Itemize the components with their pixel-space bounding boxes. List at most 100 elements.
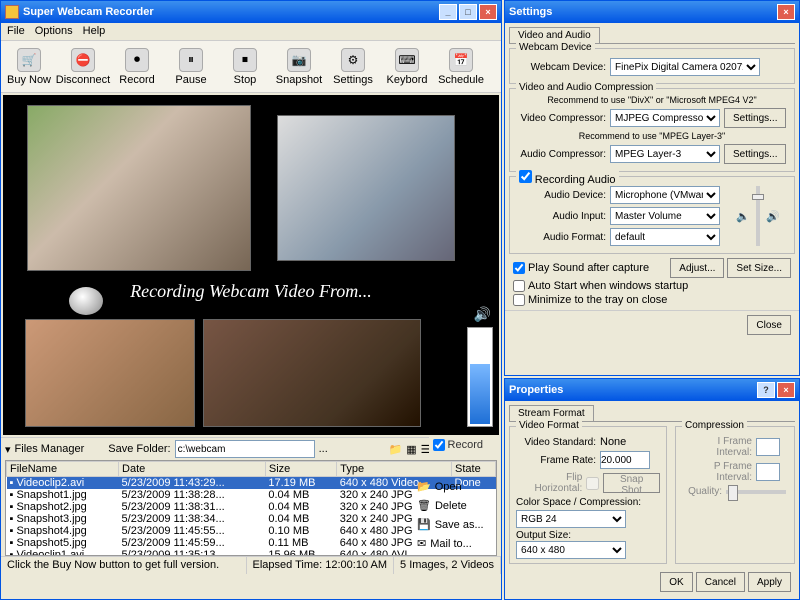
quality-slider — [726, 490, 786, 494]
audio-device-select[interactable]: Microphone (VMware VM — [610, 186, 720, 204]
props-help-button[interactable]: ? — [757, 382, 775, 398]
pframe-input — [756, 463, 780, 481]
buynow-button[interactable]: 🛒Buy Now — [5, 43, 53, 90]
menu-help[interactable]: Help — [83, 25, 106, 38]
mail-to-button[interactable]: ✉Mail to... — [415, 534, 495, 553]
disconnect-button[interactable]: ⛔Disconnect — [59, 43, 107, 90]
statusbar: Click the Buy Now button to get full ver… — [1, 556, 501, 574]
deletebutton[interactable]: 🗑Delete — [415, 496, 495, 515]
props-close-button[interactable]: × — [777, 382, 795, 398]
snapshot-icon: 📷 — [287, 48, 311, 72]
pause-button[interactable]: ⏸Pause — [167, 43, 215, 90]
flip-horizontal-checkbox — [586, 477, 599, 490]
video-standard-value: None — [600, 436, 626, 448]
volume-meter — [467, 327, 493, 427]
snapshot-button[interactable]: 📷Snapshot — [275, 43, 323, 90]
audio-compressor-select[interactable]: MPEG Layer-3 — [610, 145, 720, 163]
ac-settings-button[interactable]: Settings... — [724, 144, 786, 164]
keyboard-button[interactable]: ⌨Keybord — [383, 43, 431, 90]
props-titlebar[interactable]: Properties ?× — [505, 379, 799, 401]
keyboard-icon: ⌨ — [395, 48, 419, 72]
video-format-group: Video Format Video Standard:None Frame R… — [509, 426, 667, 564]
record-button[interactable]: ⏺Record — [113, 43, 161, 90]
autostart-checkbox[interactable] — [513, 280, 525, 292]
stop-icon: ⏹ — [233, 48, 257, 72]
maximize-button[interactable]: □ — [459, 4, 477, 20]
main-titlebar[interactable]: Super Webcam Recorder _ □ × — [1, 1, 501, 23]
speaker-icon[interactable]: 🔊 — [474, 306, 491, 323]
video-compressor-select[interactable]: MJPEG Compressor — [610, 109, 720, 127]
settings-titlebar[interactable]: Settings × — [505, 1, 799, 23]
settings-close-btn[interactable]: Close — [747, 315, 791, 335]
ellipsis-button[interactable]: ... — [319, 443, 328, 455]
volume-slider[interactable] — [756, 186, 760, 246]
menu-options[interactable]: Options — [35, 25, 73, 38]
folder-icon[interactable]: 📁 — [389, 443, 403, 456]
disconnect-icon: ⛔ — [71, 48, 95, 72]
speaker-left-icon: 🔈 — [736, 210, 750, 223]
settings-close-button[interactable]: × — [777, 4, 795, 20]
file-icon: ▪ — [10, 549, 14, 556]
tab-video-audio[interactable]: Video and Audio — [509, 27, 600, 43]
grid-view-icon[interactable]: ▦ — [406, 443, 416, 456]
snapshot-button: Snap Shot — [603, 473, 660, 493]
menu-file[interactable]: File — [7, 25, 25, 38]
preview-image-2 — [277, 115, 455, 261]
stop-button[interactable]: ⏹Stop — [221, 43, 269, 90]
status-right: 5 Images, 2 Videos — [394, 557, 501, 574]
properties-window: Properties ?× Stream Format Video Format… — [504, 378, 800, 600]
iframe-input — [756, 438, 780, 456]
apply-button[interactable]: Apply — [748, 572, 791, 592]
audio-format-select[interactable]: default — [610, 228, 720, 246]
files-title: Files Manager — [15, 443, 85, 455]
status-left: Click the Buy Now button to get full ver… — [1, 557, 247, 574]
minimize-button[interactable]: _ — [439, 4, 457, 20]
save-folder-label: Save Folder: — [108, 443, 170, 455]
file-icon: ▪ — [10, 513, 14, 525]
minimize-tray-checkbox[interactable] — [513, 294, 525, 306]
files-collapse-icon[interactable]: ▾ — [5, 443, 11, 456]
settings-title: Settings — [509, 6, 777, 18]
save-as-button[interactable]: 💾Save as... — [415, 515, 495, 534]
webcam-device-select[interactable]: FinePix Digital Camera 020724 (W — [610, 58, 760, 76]
colorspace-select[interactable]: RGB 24 — [516, 510, 626, 528]
file-icon: ▪ — [10, 525, 14, 537]
col-size[interactable]: Size — [265, 462, 336, 477]
schedule-button[interactable]: 📅Schedule — [437, 43, 485, 90]
files-bar: ▾ Files Manager Save Folder: ... 📁 ▦ ☰ — [1, 437, 435, 460]
recording-audio-checkbox[interactable] — [519, 170, 532, 183]
status-mid: Elapsed Time: 12:00:10 AM — [247, 557, 395, 574]
tab-stream-format[interactable]: Stream Format — [509, 405, 594, 421]
schedule-icon: 📅 — [449, 48, 473, 72]
audio-input-select[interactable]: Master Volume — [610, 207, 720, 225]
adjust-button[interactable]: Adjust... — [670, 258, 724, 278]
close-button[interactable]: × — [479, 4, 497, 20]
webcam-device-group: Webcam Device Webcam Device: FinePix Dig… — [509, 48, 795, 84]
col-filename[interactable]: FileName — [7, 462, 119, 477]
vc-settings-button[interactable]: Settings... — [724, 108, 786, 128]
menubar: File Options Help — [1, 23, 501, 41]
file-icon: ▪ — [10, 489, 14, 501]
record-checkbox[interactable]: Record — [433, 439, 483, 451]
recording-audio-group: Recording Audio Audio Device:Microphone … — [509, 176, 795, 254]
file-icon: ▪ — [10, 501, 14, 513]
webcam-icon — [69, 287, 103, 315]
main-window: Super Webcam Recorder _ □ × File Options… — [0, 0, 502, 600]
settings-button[interactable]: ⚙Settings — [329, 43, 377, 90]
frame-rate-input[interactable] — [600, 451, 650, 469]
col-type[interactable]: Type — [337, 462, 452, 477]
ok-button[interactable]: OK — [660, 572, 692, 592]
cancel-button[interactable]: Cancel — [696, 572, 745, 592]
compression-group: Video and Audio Compression Recommend to… — [509, 88, 795, 172]
app-icon — [5, 5, 19, 19]
col-state[interactable]: State — [452, 462, 496, 477]
save-folder-input[interactable] — [175, 440, 315, 458]
setsize-button[interactable]: Set Size... — [727, 258, 791, 278]
toolbar: 🛒Buy Now⛔Disconnect⏺Record⏸Pause⏹Stop📷Sn… — [1, 41, 501, 93]
file-icon: ▪ — [10, 537, 14, 549]
settings-window: Settings × Video and Audio Webcam Device… — [504, 0, 800, 376]
openbutton[interactable]: 📂Open — [415, 477, 495, 496]
play-sound-checkbox[interactable] — [513, 262, 525, 274]
col-date[interactable]: Date — [119, 462, 266, 477]
output-size-select[interactable]: 640 x 480 — [516, 541, 626, 559]
